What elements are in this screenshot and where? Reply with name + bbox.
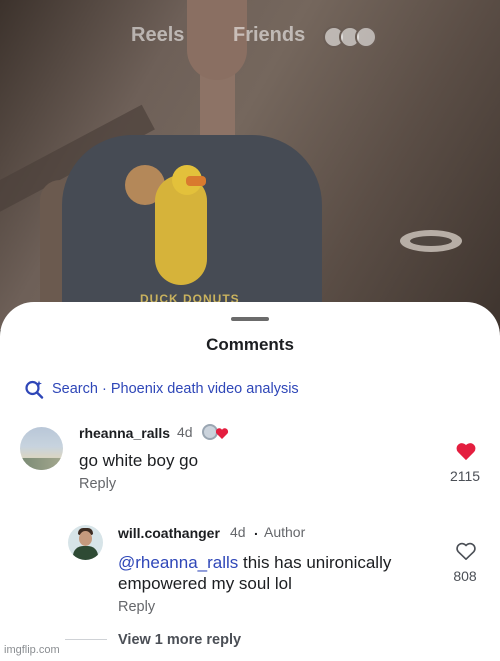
reply-age: 4d [230,524,246,540]
comment-age: 4d [177,424,193,440]
reel-video[interactable]: DUCK DONUTS Reels Friends [0,0,500,330]
tab-reels[interactable]: Reels [131,24,184,47]
avatar[interactable] [68,525,103,560]
search-sparkle-icon [25,380,44,399]
sheet-title: Comments [206,335,294,354]
view-more-divider [65,639,107,640]
search-prefix: Search [52,381,98,397]
like-count: 2115 [449,468,481,484]
search-separator: · [97,381,111,397]
shirt-duck-beak [186,176,206,186]
watermark: imgflip.com [4,644,60,656]
person-neck [200,72,235,142]
meta-dot: . [254,522,258,538]
heart-filled-icon[interactable] [455,441,477,461]
reply-text: @rheanna_ralls this has unironically emp… [118,552,418,594]
view-more-replies-button[interactable]: View 1 more reply [118,632,241,648]
like-count: 808 [453,568,477,584]
related-search-link[interactable]: Search · Phoenix death video analysis [24,378,299,400]
heart-outline-icon[interactable] [455,541,477,561]
avatar[interactable] [20,427,63,470]
author-badge: Author [264,524,306,540]
reply-button[interactable]: Reply [79,476,116,492]
top-tab-bar: Reels Friends [0,24,500,52]
mention-link[interactable]: @rheanna_ralls [118,553,238,572]
tab-friends[interactable]: Friends [233,24,305,47]
comment-username[interactable]: rheanna_ralls [79,425,170,441]
search-query: Phoenix death video analysis [110,381,299,397]
author-liked-icon [200,421,230,448]
sheet-drag-handle[interactable] [231,317,269,321]
comments-sheet: Comments Search · Phoenix death video an… [0,302,500,661]
friend-avatar [355,26,377,48]
reply-button[interactable]: Reply [118,599,155,615]
reply-username[interactable]: will.coathanger [118,525,220,541]
comment-text: go white boy go [79,451,199,470]
ceiling-vent-grille [410,236,452,246]
friends-avatar-stack[interactable] [323,26,389,48]
